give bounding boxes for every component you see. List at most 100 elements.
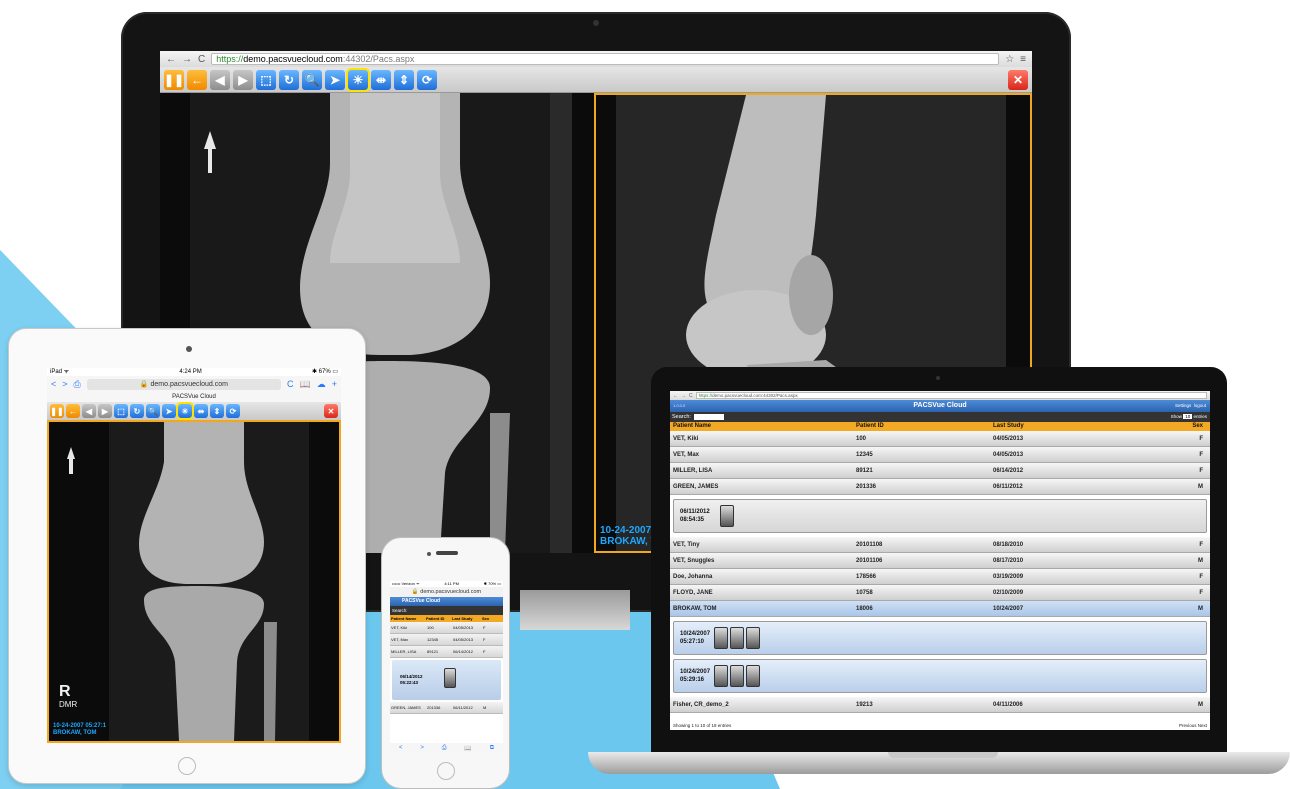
laptop-reload-icon[interactable]: C <box>689 393 693 399</box>
iphone-col-id[interactable]: Patient ID <box>426 615 452 622</box>
iphone-col-sex[interactable]: Sex <box>482 615 492 622</box>
ipad-address-bar[interactable]: 🔒 demo.pacsvuecloud.com <box>86 378 282 390</box>
iphone-table-row[interactable]: VET, Max 12345 04/05/2013 F <box>390 634 503 646</box>
laptop-back-icon[interactable]: ← <box>673 393 678 399</box>
previous-icon[interactable]: ◀ <box>210 69 230 90</box>
iphone-col-study[interactable]: Last Study <box>452 615 482 622</box>
ipad-reload-icon[interactable]: C <box>287 379 294 389</box>
close-icon[interactable]: ✕ <box>1008 69 1028 90</box>
iphone-table-row[interactable]: MILLER, LISA 89121 06/14/2012 F <box>390 646 503 658</box>
ipad-xray-view[interactable]: R DMR 10-24-2007 05:27:1 BROKAW, TOM <box>47 420 341 743</box>
back-arrow-icon[interactable]: ← <box>187 69 207 90</box>
study-detail-brokaw-2[interactable]: 10/24/2007 05:29:16 <box>673 659 1207 693</box>
select-region-icon[interactable]: ⬚ <box>256 69 276 90</box>
ipad-brightness-icon[interactable]: ☀ <box>176 402 194 420</box>
iphone-table-row[interactable]: GREEN, JAMES 201336 06/11/2012 M <box>390 702 503 714</box>
table-row[interactable]: VET, Kiki 100 04/05/2013 F <box>670 431 1210 447</box>
table-row[interactable]: BROKAW, TOM 18006 10/24/2007 M <box>670 601 1210 617</box>
browser-menu-icon[interactable]: ≡ <box>1020 54 1026 65</box>
ipad-close-icon[interactable]: ✕ <box>324 404 338 418</box>
laptop-address-bar[interactable]: https://demo.pacsvuecloud.com:44302/Pacs… <box>695 392 1207 399</box>
table-row[interactable]: VET, Snuggles 20101106 08/17/2010 M <box>670 553 1210 569</box>
ipad-rotate-icon[interactable]: ↻ <box>130 404 144 418</box>
iphone-share-icon[interactable]: ⎙ <box>442 745 447 752</box>
iphone-forward-icon[interactable]: > <box>420 745 424 751</box>
address-bar[interactable]: https://demo.pacsvuecloud.com:44302/Pacs… <box>211 53 1000 65</box>
table-row[interactable]: GREEN, JAMES 201336 06/11/2012 M <box>670 479 1210 495</box>
ipad-cloud-tabs-icon[interactable]: ☁ <box>317 379 326 390</box>
back-nav-icon[interactable]: ← <box>166 54 176 65</box>
iphone-bookmarks-icon[interactable]: 📖 <box>464 745 471 752</box>
bookmark-star-icon[interactable]: ☆ <box>1005 54 1014 65</box>
table-row[interactable]: FLOYD, JANE 10758 02/10/2009 F <box>670 585 1210 601</box>
refresh-icon[interactable]: ⟳ <box>417 69 437 90</box>
ipad-home-button[interactable] <box>178 757 196 775</box>
col-sex[interactable]: Sex <box>1143 422 1203 431</box>
iphone-home-button[interactable] <box>437 762 455 780</box>
ipad-previous-icon[interactable]: ◀ <box>82 404 96 418</box>
ipad-refresh-icon[interactable]: ⟳ <box>226 404 240 418</box>
iphone-study-detail[interactable]: 06/14/2012 05:22:43 <box>392 660 501 700</box>
next-icon[interactable]: ▶ <box>233 69 253 90</box>
table-row[interactable]: VET, Tiny 20101108 08/18/2010 F <box>670 537 1210 553</box>
settings-link[interactable]: Settings <box>1175 403 1191 408</box>
show-value[interactable]: 10 <box>1183 414 1193 419</box>
pause-icon[interactable]: ❚❚ <box>164 69 184 90</box>
ipad-next-icon[interactable]: ▶ <box>98 404 112 418</box>
study-thumbnail[interactable] <box>746 627 760 649</box>
study-detail-brokaw-1[interactable]: 10/24/2007 05:27:10 <box>673 621 1207 655</box>
table-row[interactable]: VET, Max 12345 04/05/2013 F <box>670 447 1210 463</box>
col-last-study[interactable]: Last Study <box>993 422 1143 431</box>
iphone-back-icon[interactable]: < <box>399 745 403 751</box>
ipad-new-tab-icon[interactable]: + <box>332 379 337 389</box>
table-row[interactable]: Fisher, CR_demo_2 19213 04/11/2006 M <box>670 697 1210 713</box>
iphone-tabs-icon[interactable]: ⧉ <box>490 745 494 752</box>
laptop-forward-icon[interactable]: → <box>681 393 686 399</box>
reload-icon[interactable]: C <box>198 54 205 65</box>
flip-vertical-icon[interactable]: ⇕ <box>394 69 414 90</box>
iphone-search[interactable]: Search: <box>390 606 503 615</box>
ipad-back-icon[interactable]: < <box>51 379 56 389</box>
row-last-study: 10/24/2007 <box>993 605 1024 612</box>
study-thumbnail[interactable] <box>720 505 734 527</box>
study-thumbnail[interactable] <box>746 665 760 687</box>
study-thumbnail[interactable] <box>714 627 728 649</box>
row-patient-name: BROKAW, TOM <box>673 605 717 612</box>
ipad-patient-overlay: 10-24-2007 05:27:1 BROKAW, TOM <box>53 723 106 737</box>
ipad-pointer-icon[interactable]: ➤ <box>162 404 176 418</box>
study-thumbnail[interactable] <box>730 627 744 649</box>
iphone-col-name[interactable]: Patient Name <box>390 615 426 622</box>
col-patient-name[interactable]: Patient Name <box>670 422 856 431</box>
col-patient-id[interactable]: Patient ID <box>856 422 993 431</box>
study-detail-green[interactable]: 06/11/2012 08:54:35 <box>673 499 1207 533</box>
rotate-icon[interactable]: ↻ <box>279 69 299 90</box>
row-last-study: 04/05/2013 <box>993 435 1024 442</box>
laptop-app-title: PACSVue Cloud <box>913 402 967 409</box>
ipad-forward-icon[interactable]: > <box>62 379 67 389</box>
iphone-study-thumbnail[interactable] <box>444 668 456 688</box>
entries-selector[interactable]: Show 10 entries <box>1171 412 1210 422</box>
pointer-icon[interactable]: ➤ <box>325 69 345 90</box>
zoom-icon[interactable]: 🔍 <box>302 69 322 90</box>
brightness-icon[interactable]: ☀ <box>346 67 370 92</box>
ipad-pause-icon[interactable]: ❚❚ <box>50 404 64 418</box>
ipad-back-arrow-icon[interactable]: ← <box>66 404 80 418</box>
table-row[interactable]: Doe, Johanna 178566 03/19/2009 F <box>670 569 1210 585</box>
ipad-share-icon[interactable]: ⎙ <box>74 379 81 390</box>
ipad-flip-vertical-icon[interactable]: ⇕ <box>210 404 224 418</box>
ipad-select-region-icon[interactable]: ⬚ <box>114 404 128 418</box>
ipad-bookmarks-icon[interactable]: 📖 <box>300 379 311 390</box>
search-input[interactable] <box>693 414 724 420</box>
forward-nav-icon[interactable]: → <box>182 54 192 65</box>
ipad-zoom-icon[interactable]: 🔍 <box>146 404 160 418</box>
study-date: 06/11/2012 <box>680 509 710 515</box>
iphone-table-row[interactable]: VET, Kiki 100 04/05/2013 F <box>390 622 503 634</box>
pagination[interactable]: Previous Next <box>1179 721 1207 730</box>
iphone-address-bar[interactable]: 🔒 demo.pacsvuecloud.com <box>390 587 503 597</box>
flip-horizontal-icon[interactable]: ⇹ <box>371 69 391 90</box>
study-thumbnail[interactable] <box>730 665 744 687</box>
logout-link[interactable]: logout <box>1194 403 1206 408</box>
ipad-flip-horizontal-icon[interactable]: ⇹ <box>194 404 208 418</box>
study-thumbnail[interactable] <box>714 665 728 687</box>
table-row[interactable]: MILLER, LISA 89121 06/14/2012 F <box>670 463 1210 479</box>
